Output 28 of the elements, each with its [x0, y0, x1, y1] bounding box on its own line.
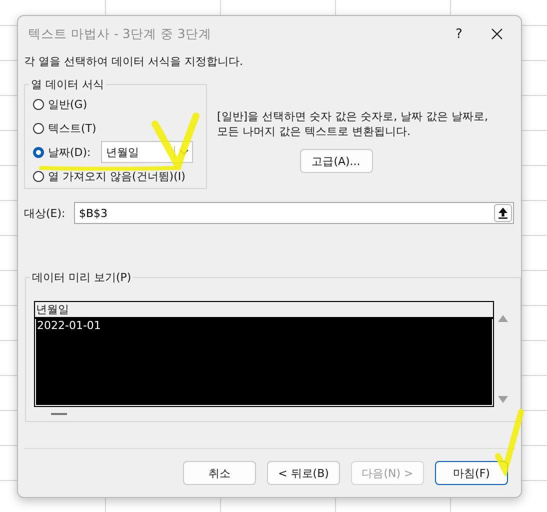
group-label: 데이터 미리 보기(P) [31, 270, 132, 285]
window-title: 텍스트 마법사 - 3단계 중 3단계 [28, 26, 212, 42]
radio-button[interactable] [33, 146, 44, 158]
dialog-button[interactable]: 취소 [183, 461, 256, 485]
destination-field[interactable]: $B$3 [74, 202, 514, 224]
radio-button[interactable] [33, 98, 44, 110]
check-mark-drawing [495, 408, 525, 476]
dialog-button[interactable]: < 뒤로(B) [267, 461, 340, 485]
table-cell-text: 2022-01-01 [36, 319, 102, 332]
radio-label[interactable]: 일반(G) [48, 96, 88, 112]
destination-label: 대상(E): [24, 206, 66, 220]
column-header[interactable]: 년월일 [35, 302, 493, 319]
dialog-button[interactable]: 마침(F) [435, 461, 508, 485]
radio-label[interactable]: 날짜(D): [48, 144, 91, 160]
description-text: [일반]을 선택하면 숫자 값은 숫자로, 날짜 값은 날짜로, 모든 나머지 값은 텍스트로 변환됩니다. [217, 109, 488, 139]
check-mark-drawing [150, 112, 200, 170]
radio-label[interactable]: 텍스트(T) [48, 120, 96, 136]
group-label: 열 데이터 서식 [30, 77, 105, 92]
instruction-text: 각 열을 선택하여 데이터 서식을 지정합니다. [24, 54, 244, 69]
scroll-thumb[interactable] [51, 413, 67, 415]
advanced-button[interactable]: 고급(A)... [300, 149, 372, 173]
close-icon[interactable] [491, 28, 503, 40]
collapse-button[interactable] [494, 204, 512, 222]
preview-table[interactable]: 년월일 2022-01-01 [34, 301, 494, 407]
radio-label[interactable]: 열 가져오지 않음(건너뜀)(I) [48, 168, 186, 184]
help-button[interactable]: ? [449, 26, 469, 42]
radio-button[interactable] [33, 122, 44, 134]
radio-button[interactable] [33, 170, 44, 182]
